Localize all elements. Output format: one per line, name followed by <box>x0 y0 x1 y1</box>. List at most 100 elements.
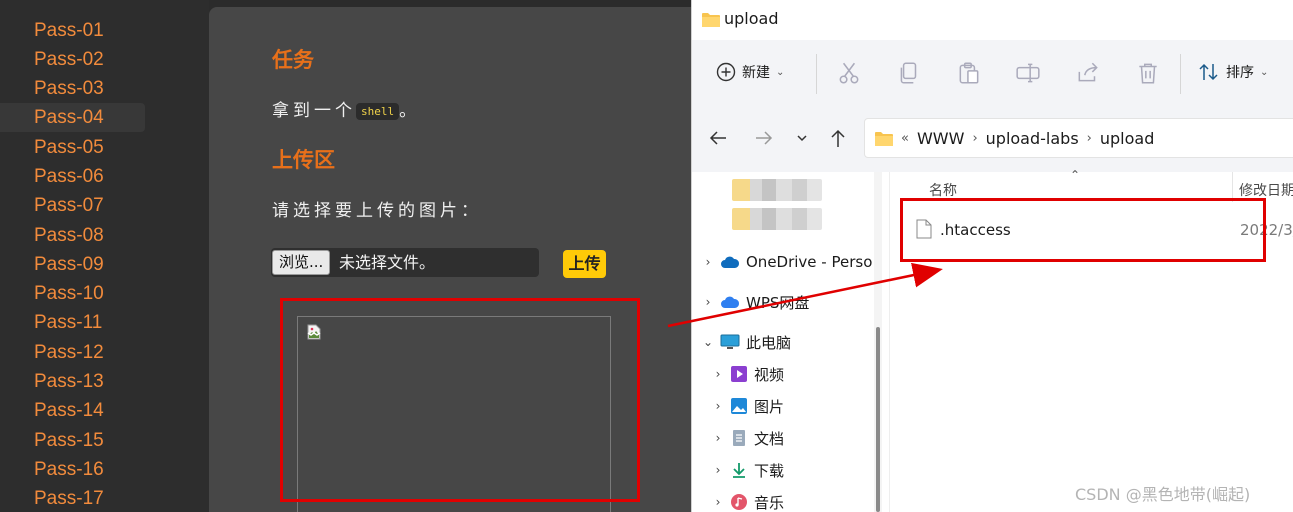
ribbon-divider <box>816 54 817 94</box>
ribbon-divider <box>1180 54 1181 94</box>
tree-item-label: 下载 <box>754 461 785 480</box>
tree-item-wps[interactable]: › WPS网盘 <box>700 286 810 318</box>
breadcrumb-upload[interactable]: upload <box>1100 129 1155 148</box>
tree-item-downloads[interactable]: › 下载 <box>710 454 784 486</box>
sidebar-item-pass-11[interactable]: Pass-11 <box>0 308 145 337</box>
task-description: 拿到一个 shell。 <box>272 96 420 121</box>
navpane-scrollbar-thumb[interactable] <box>876 327 880 512</box>
copy-icon[interactable] <box>896 60 922 86</box>
monitor-icon <box>720 334 740 349</box>
annotation-box-file <box>900 198 1266 262</box>
sort-ascending-icon: ⌃ <box>1070 168 1081 182</box>
sidebar-item-pass-09[interactable]: Pass-09 <box>0 250 145 279</box>
level-sidebar: Pass-01 Pass-02 Pass-03 Pass-04 Pass-05 … <box>0 0 209 512</box>
sidebar-item-pass-13[interactable]: Pass-13 <box>0 367 145 396</box>
tree-item-onedrive[interactable]: › OneDrive - Perso <box>700 246 873 278</box>
onedrive-cloud-icon <box>721 256 740 268</box>
column-header-name[interactable]: 名称 <box>929 180 957 200</box>
rename-icon[interactable] <box>1015 60 1041 86</box>
chevron-right-icon[interactable]: › <box>700 295 716 309</box>
sidebar-item-pass-01[interactable]: Pass-01 <box>0 16 145 45</box>
sidebar-item-pass-04[interactable]: Pass-04 <box>0 103 145 132</box>
chevron-down-icon: ⌄ <box>1260 66 1269 78</box>
recent-chevron-icon[interactable] <box>790 126 814 150</box>
tree-item-label: OneDrive - Perso <box>746 253 873 271</box>
explorer-navbar: « WWW › upload-labs › upload <box>692 106 1293 172</box>
document-icon <box>733 430 745 446</box>
task-text-before: 拿到一个 <box>272 101 356 121</box>
folder-icon <box>702 13 720 27</box>
file-input[interactable]: 浏览... 未选择文件。 <box>271 248 539 277</box>
download-icon <box>733 463 745 478</box>
tree-item-music[interactable]: › 音乐 <box>710 486 784 512</box>
sidebar-item-pass-15[interactable]: Pass-15 <box>0 426 145 455</box>
sidebar-item-pass-08[interactable]: Pass-08 <box>0 221 145 250</box>
breadcrumb-upload-labs[interactable]: upload-labs <box>986 129 1079 148</box>
window-title: upload <box>724 9 779 28</box>
chevron-right-icon[interactable]: › <box>710 399 726 413</box>
task-text-after: 。 <box>399 101 421 121</box>
chevron-down-icon: ⌄ <box>776 66 785 78</box>
new-button-label: 新建 <box>742 65 770 81</box>
tree-item-pictures[interactable]: › 图片 <box>710 390 784 422</box>
tree-item-label: WPS网盘 <box>746 293 810 312</box>
tree-item-label: 图片 <box>754 397 785 416</box>
up-arrow-icon[interactable] <box>826 126 850 150</box>
upload-prompt: 请选择要上传的图片： <box>272 201 482 221</box>
sidebar-item-pass-17[interactable]: Pass-17 <box>0 484 145 512</box>
blurred-quick-access-item[interactable] <box>732 208 822 230</box>
sidebar-item-pass-07[interactable]: Pass-07 <box>0 191 145 220</box>
share-icon[interactable] <box>1075 60 1101 86</box>
sidebar-item-pass-02[interactable]: Pass-02 <box>0 45 145 74</box>
sort-button-label: 排序 <box>1226 65 1254 81</box>
sidebar-item-pass-05[interactable]: Pass-05 <box>0 133 145 162</box>
upload-heading: 上传区 <box>272 148 335 172</box>
sidebar-item-pass-03[interactable]: Pass-03 <box>0 74 145 103</box>
sidebar-item-pass-10[interactable]: Pass-10 <box>0 279 145 308</box>
chevron-down-icon[interactable]: ⌄ <box>700 335 716 349</box>
paste-icon[interactable] <box>956 60 982 86</box>
breadcrumb-overflow[interactable]: « <box>901 131 909 146</box>
sidebar-item-pass-06[interactable]: Pass-06 <box>0 162 145 191</box>
column-header-date[interactable]: 修改日期 <box>1239 180 1293 200</box>
music-icon <box>731 494 747 510</box>
screenshot-stage: Pass-01 Pass-02 Pass-03 Pass-04 Pass-05 … <box>0 0 1293 512</box>
cut-icon[interactable] <box>836 60 862 86</box>
task-heading: 任务 <box>272 48 314 72</box>
task-code: shell <box>356 102 400 120</box>
watermark: CSDN @黑色地带(崛起) <box>1075 485 1251 504</box>
chevron-right-icon[interactable]: › <box>700 255 716 269</box>
back-arrow-icon[interactable] <box>706 126 730 150</box>
chevron-right-icon[interactable]: › <box>710 463 726 477</box>
explorer-ribbon: 新建 ⌄ 排序 ⌄ <box>692 40 1293 106</box>
no-file-label: 未选择文件。 <box>339 253 436 272</box>
sidebar-item-pass-16[interactable]: Pass-16 <box>0 455 145 484</box>
breadcrumb-www[interactable]: WWW <box>917 129 964 148</box>
plus-circle-icon <box>716 62 736 82</box>
tree-item-label: 视频 <box>754 365 785 384</box>
forward-arrow-icon[interactable] <box>752 126 776 150</box>
sort-button[interactable]: 排序 ⌄ <box>1198 62 1268 82</box>
chevron-right-icon[interactable]: › <box>710 367 726 381</box>
browse-button[interactable]: 浏览... <box>272 250 331 275</box>
delete-icon[interactable] <box>1135 60 1161 86</box>
sidebar-item-pass-12[interactable]: Pass-12 <box>0 338 145 367</box>
chevron-right-icon[interactable]: › <box>710 495 726 509</box>
tree-item-documents[interactable]: › 文档 <box>710 422 784 454</box>
breadcrumb-chevron-icon: › <box>1086 130 1092 146</box>
wps-cloud-icon <box>721 296 740 308</box>
sidebar-item-pass-14[interactable]: Pass-14 <box>0 396 145 425</box>
chevron-right-icon[interactable]: › <box>710 431 726 445</box>
address-bar[interactable]: « WWW › upload-labs › upload <box>864 118 1293 158</box>
blurred-quick-access-item[interactable] <box>732 179 822 201</box>
sort-icon <box>1199 63 1218 81</box>
tree-item-label: 此电脑 <box>746 333 792 352</box>
tree-item-this-pc[interactable]: ⌄ 此电脑 <box>700 326 791 358</box>
tree-item-videos[interactable]: › 视频 <box>710 358 784 390</box>
tree-item-label: 文档 <box>754 429 785 448</box>
new-button[interactable]: 新建 ⌄ <box>716 62 784 82</box>
upload-button[interactable]: 上传 <box>563 250 606 278</box>
picture-icon <box>731 398 747 414</box>
annotation-box-preview <box>280 298 640 502</box>
navigation-pane: › OneDrive - Perso › WPS网盘 ⌄ 此电脑 › 视频 › … <box>692 172 882 512</box>
